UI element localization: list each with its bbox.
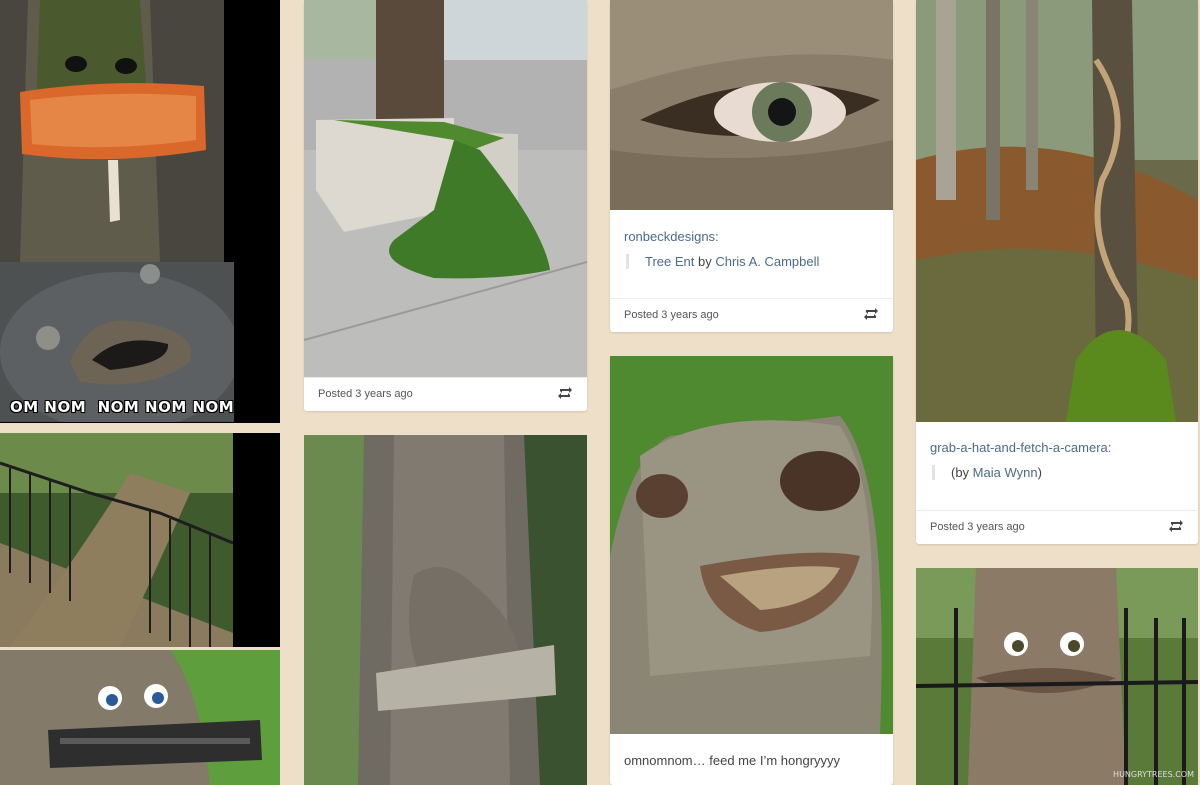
post-planter-tree: Posted 3 years ago <box>304 0 587 411</box>
reblog-icon[interactable] <box>557 386 573 400</box>
ivy-tree-photo[interactable] <box>916 0 1198 422</box>
post-tree-mouth: omnomnom… feed me I’m hongryyyy <box>610 356 893 785</box>
collage-backing-right <box>233 433 280 647</box>
post-tree-eye: ronbeckdesigns: Tree Ent by Chris A. Cam… <box>610 0 893 332</box>
quote-by-text: by <box>694 254 716 269</box>
post-footer: Posted 3 years ago <box>304 377 587 411</box>
quote-suffix: ) <box>1037 465 1042 480</box>
column-4: grab-a-hat-and-fetch-a-camera: (by Maia … <box>916 0 1198 785</box>
meme-caption: OM NOM NOM NOM NOM <box>10 398 234 416</box>
nom-face-photo[interactable]: OM NOM NOM NOM NOM <box>0 262 234 422</box>
source-user-link[interactable]: grab-a-hat-and-fetch-a-camera: <box>930 440 1111 455</box>
quote-block: (by Maia Wynn) <box>932 465 1042 480</box>
post-footer: Posted 3 years ago <box>610 298 893 332</box>
quote-block: Tree Ent by Chris A. Campbell <box>626 254 819 269</box>
tree-mouth-photo[interactable] <box>610 356 893 734</box>
quote-author-link[interactable]: Maia Wynn <box>973 465 1038 480</box>
fence-tree-photo[interactable] <box>0 433 233 647</box>
post-caption: omnomnom… feed me I’m hongryyyy <box>624 753 841 768</box>
post-ivy-tree: grab-a-hat-and-fetch-a-camera: (by Maia … <box>916 0 1198 544</box>
nose-tree-photo[interactable] <box>304 435 587 785</box>
column-3: ronbeckdesigns: Tree Ent by Chris A. Cam… <box>610 0 893 785</box>
posted-time[interactable]: Posted 3 years ago <box>624 309 719 321</box>
column-1: OM NOM NOM NOM NOM <box>0 0 280 785</box>
fence-face-photo[interactable]: HUNGRYTREES.COM <box>916 568 1198 785</box>
post-footer: Posted 3 years ago <box>916 510 1198 544</box>
reblog-icon[interactable] <box>863 307 879 321</box>
planter-tree-photo[interactable] <box>304 0 587 377</box>
quote-prefix: (by <box>951 465 973 480</box>
column-2: Posted 3 years ago <box>304 0 587 785</box>
posted-time[interactable]: Posted 3 years ago <box>930 521 1025 533</box>
tree-sign-photo[interactable] <box>0 0 224 262</box>
quote-title-link[interactable]: Tree Ent <box>645 254 694 269</box>
posted-time[interactable]: Posted 3 years ago <box>318 388 413 400</box>
tree-eye-photo[interactable] <box>610 0 893 210</box>
reblog-icon[interactable] <box>1168 519 1184 533</box>
quote-author-link[interactable]: Chris A. Campbell <box>715 254 819 269</box>
watermark-text: HUNGRYTREES.COM <box>1113 770 1194 779</box>
source-user-link[interactable]: ronbeckdesigns: <box>624 229 719 244</box>
bench-tree-photo[interactable] <box>0 650 280 785</box>
